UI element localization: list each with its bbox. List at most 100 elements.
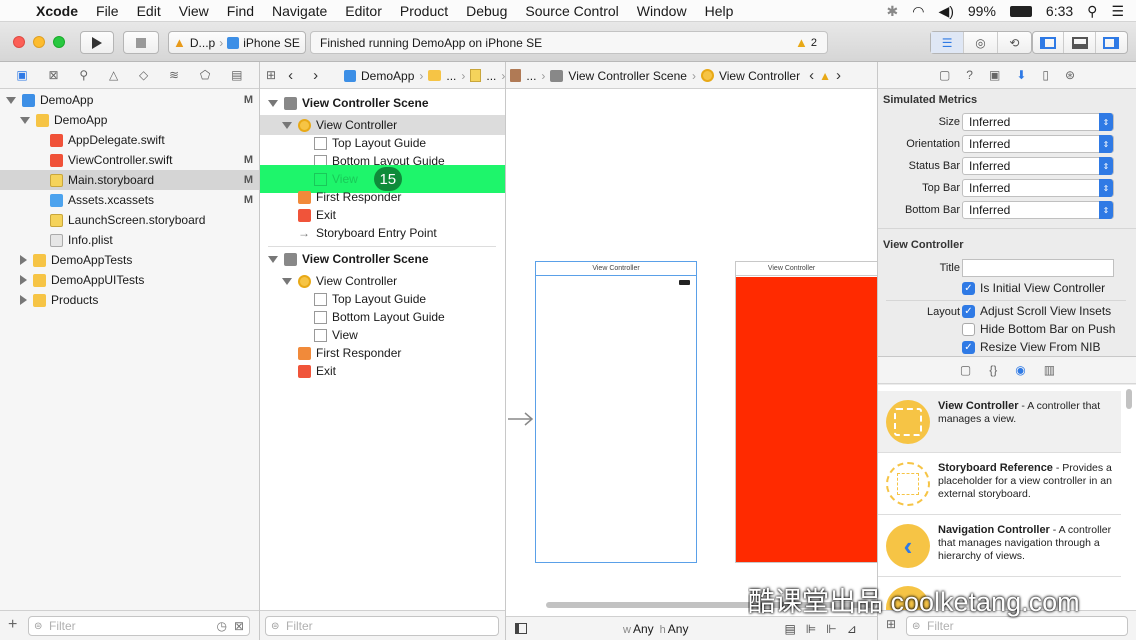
stop-button[interactable]	[123, 31, 159, 54]
run-button[interactable]	[80, 31, 114, 54]
issue-back-icon[interactable]: ‹	[809, 67, 814, 84]
outline-item-top-guide[interactable]: Top Layout Guide	[260, 133, 505, 153]
is-initial-checkbox[interactable]: ✓ Is Initial View Controller	[962, 281, 1105, 295]
tree-row-group[interactable]: Products	[0, 290, 259, 310]
view-controller-scene-2[interactable]: View Controller	[735, 261, 877, 563]
find-navigator-icon[interactable]: ⚲	[79, 68, 88, 82]
outline-item-exit[interactable]: Exit	[260, 205, 505, 225]
size-popup[interactable]: Inferred ⇕	[962, 113, 1114, 131]
jump-ellipsis-1[interactable]: ...	[446, 69, 456, 83]
library-filter-input[interactable]: ⊜ Filter	[906, 616, 1128, 636]
tree-row-group[interactable]: DemoAppUITests	[0, 270, 259, 290]
outline-item-entry-point[interactable]: → Storyboard Entry Point	[260, 223, 505, 243]
toggle-utilities-button[interactable]	[1096, 32, 1127, 53]
outline-scene-header[interactable]: View Controller Scene	[260, 249, 505, 269]
entry-point-arrow[interactable]	[508, 411, 534, 427]
library-item-storyboard-reference[interactable]: Storyboard Reference - Provides a placeh…	[878, 453, 1121, 515]
tree-row-file[interactable]: ViewController.swift M	[0, 150, 259, 170]
resize-from-nib-checkbox[interactable]: ✓ Resize View From NIB	[962, 340, 1100, 354]
red-background-view[interactable]	[736, 277, 877, 562]
tree-row-group[interactable]: DemoAppTests	[0, 250, 259, 270]
disclosure-triangle-icon[interactable]	[268, 99, 278, 107]
standard-editor-button[interactable]: ☰	[931, 32, 965, 53]
file-inspector-icon[interactable]: ▢	[939, 68, 950, 82]
menu-source-control[interactable]: Source Control	[525, 3, 618, 19]
adjust-insets-checkbox[interactable]: ✓ Adjust Scroll View Insets	[962, 304, 1111, 318]
disclosure-triangle-icon[interactable]	[268, 255, 278, 263]
tree-row-file[interactable]: Assets.xcassets M	[0, 190, 259, 210]
debug-navigator-icon[interactable]: ≋	[169, 68, 179, 82]
jump-controller[interactable]: View Controller	[719, 69, 800, 83]
jump-scene[interactable]: View Controller Scene	[568, 69, 687, 83]
view-controller-scene-1[interactable]: View Controller	[535, 261, 697, 563]
grid-view-icon[interactable]: ⊞	[886, 617, 896, 631]
hide-bottom-bar-checkbox[interactable]: Hide Bottom Bar on Push	[962, 322, 1115, 336]
outline-item-first-responder[interactable]: First Responder	[260, 343, 505, 363]
storyboard-canvas[interactable]: View Controller View Controller w Any h …	[506, 89, 877, 640]
connections-inspector-icon[interactable]: ⊛	[1065, 68, 1075, 82]
resolve-issues-icon[interactable]: ⊿	[847, 622, 857, 636]
notification-center-icon[interactable]: ☰	[1111, 3, 1124, 20]
library-item-navigation-controller[interactable]: ‹ Navigation Controller - A controller t…	[878, 515, 1121, 577]
outline-scene-header[interactable]: View Controller Scene	[260, 93, 505, 113]
menu-app[interactable]: Xcode	[36, 3, 78, 19]
back-icon[interactable]: ‹	[288, 67, 293, 84]
add-file-icon[interactable]: +	[8, 616, 17, 634]
tree-row-file-selected[interactable]: Main.storyboard M	[0, 170, 259, 190]
size-inspector-icon[interactable]: ▯	[1042, 68, 1049, 82]
source-control-filter-icon[interactable]: ⊠	[234, 619, 244, 633]
media-library-icon[interactable]: ▥	[1044, 363, 1055, 377]
attributes-inspector-icon[interactable]: ⬇	[1016, 68, 1026, 82]
disclosure-triangle-icon[interactable]	[282, 121, 292, 129]
disclosure-triangle-icon[interactable]	[282, 277, 292, 285]
disclosure-triangle-icon[interactable]	[20, 116, 30, 124]
tree-row-group[interactable]: DemoApp	[0, 110, 259, 130]
quick-help-icon[interactable]: ?	[966, 68, 973, 82]
stack-view-icon[interactable]: ▤	[784, 622, 795, 636]
clock[interactable]: 6:33	[1046, 3, 1073, 19]
menu-product[interactable]: Product	[400, 3, 448, 19]
warning-icon[interactable]: ▲	[819, 69, 831, 83]
top-bar-popup[interactable]: Inferred ⇕	[962, 179, 1114, 197]
outline-item-view-controller[interactable]: View Controller	[260, 271, 505, 291]
outline-item-first-responder[interactable]: First Responder	[260, 187, 505, 207]
scheme-selector[interactable]: ▲ D...p › iPhone SE	[168, 31, 306, 54]
disclosure-triangle-icon[interactable]	[6, 96, 16, 104]
version-editor-button[interactable]: ⟲	[998, 32, 1031, 53]
identity-inspector-icon[interactable]: ▣	[989, 68, 1000, 82]
volume-icon[interactable]: ◀︎)	[938, 3, 953, 20]
object-library-icon[interactable]: ◉	[1015, 363, 1025, 377]
outline-item-exit[interactable]: Exit	[260, 361, 505, 381]
disclosure-triangle-icon[interactable]	[20, 295, 27, 305]
toggle-outline-icon[interactable]	[515, 623, 527, 634]
menu-navigate[interactable]: Navigate	[272, 3, 327, 19]
disclosure-triangle-icon[interactable]	[20, 255, 27, 265]
menu-view[interactable]: View	[179, 3, 209, 19]
assistant-editor-button[interactable]: ◎	[964, 32, 998, 53]
minimize-window-button[interactable]	[33, 36, 45, 48]
menu-help[interactable]: Help	[705, 3, 734, 19]
tree-row-file[interactable]: Info.plist	[0, 230, 259, 250]
menu-edit[interactable]: Edit	[137, 3, 161, 19]
navigator-filter-input[interactable]: ⊜ Filter ◷ ⊠	[28, 616, 250, 636]
issue-navigator-icon[interactable]: △	[109, 68, 118, 82]
tree-row-file[interactable]: LaunchScreen.storyboard	[0, 210, 259, 230]
bottom-bar-popup[interactable]: Inferred ⇕	[962, 201, 1114, 219]
outline-item-view[interactable]: View	[260, 325, 505, 345]
size-class-control[interactable]: w Any h Any	[623, 622, 688, 636]
orientation-popup[interactable]: Inferred ⇕	[962, 135, 1114, 153]
file-template-library-icon[interactable]: ▢	[960, 363, 971, 377]
close-window-button[interactable]	[13, 36, 25, 48]
symbol-navigator-icon[interactable]: ⊠	[49, 68, 59, 82]
align-icon[interactable]: ⊫	[806, 622, 816, 636]
jump-ellipsis-3[interactable]: ...	[526, 69, 536, 83]
tree-row-project[interactable]: DemoApp M	[0, 90, 259, 110]
spotlight-icon[interactable]: ⚲	[1087, 3, 1097, 20]
outline-filter-input[interactable]: ⊜ Filter	[265, 616, 499, 636]
warning-indicator[interactable]: ▲ 2	[795, 35, 817, 50]
library-scrollbar[interactable]	[1126, 389, 1132, 409]
breakpoint-navigator-icon[interactable]: ⬠	[200, 68, 210, 82]
pin-icon[interactable]: ⊩	[826, 622, 836, 636]
code-snippet-library-icon[interactable]: {}	[989, 363, 997, 377]
toggle-debug-area-button[interactable]	[1064, 32, 1096, 53]
